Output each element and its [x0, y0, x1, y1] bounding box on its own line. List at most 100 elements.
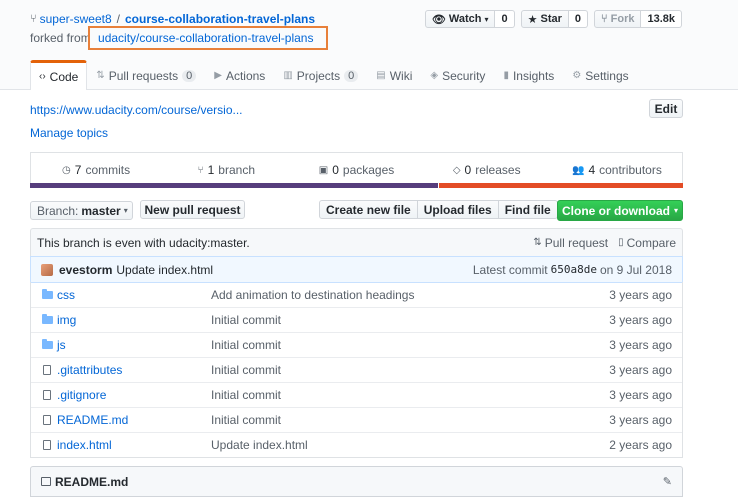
fork-button[interactable]: ⑂ Fork: [594, 10, 642, 28]
fork-label: Fork: [610, 13, 635, 25]
tab-actions-label: Actions: [225, 68, 266, 83]
manage-topics-link[interactable]: Manage topics: [30, 126, 108, 140]
packages-count: 0: [332, 163, 339, 177]
chevron-down-icon: ▾: [673, 206, 678, 215]
file-name-link[interactable]: index.html: [57, 438, 211, 452]
tab-security-label: Security: [442, 68, 486, 83]
packages-label: packages: [342, 163, 395, 177]
repo-title-separator: /: [116, 12, 120, 26]
tab-security[interactable]: ◈ Security: [421, 60, 494, 90]
table-row: js Initial commit 3 years ago: [31, 332, 682, 357]
tab-projects[interactable]: ▥ Projects 0: [274, 60, 367, 90]
readme-header: README.md ✎: [30, 466, 683, 497]
folder-icon: [41, 314, 53, 325]
file-name-link[interactable]: README.md: [57, 413, 211, 427]
file-age: 3 years ago: [609, 313, 672, 327]
tab-pull-requests[interactable]: ⇅ Pull requests 0: [87, 60, 205, 90]
file-shape: [43, 390, 51, 400]
gear-icon: ⚙: [572, 70, 582, 81]
tab-settings-label: Settings: [585, 68, 629, 83]
commit-date: on 9 Jul 2018: [599, 262, 672, 277]
table-row: img Initial commit 3 years ago: [31, 307, 682, 332]
commit-message[interactable]: Update index.html: [116, 263, 473, 277]
tab-wiki[interactable]: ▤ Wiki: [367, 60, 421, 90]
tab-insights[interactable]: ▮ Insights: [494, 60, 563, 90]
avatar[interactable]: [41, 263, 53, 276]
summary-branches[interactable]: ⑂ 1 branch: [161, 153, 291, 187]
branch-name: master: [81, 203, 121, 218]
file-name-link[interactable]: js: [57, 338, 211, 352]
file-commit-message[interactable]: Initial commit: [211, 413, 592, 427]
language-bar[interactable]: [30, 183, 683, 188]
file-age: 2 years ago: [609, 438, 672, 452]
contributors-count: 4: [588, 163, 596, 177]
repo-owner-link[interactable]: super-sweet8: [40, 12, 112, 26]
repo-name-link[interactable]: course-collaboration-travel-plans: [125, 12, 315, 26]
upload-files-button[interactable]: Upload files: [416, 200, 499, 219]
file-age: 3 years ago: [609, 338, 672, 352]
forked-from-highlight: [88, 26, 328, 50]
commit-author[interactable]: evestorm: [59, 263, 112, 277]
file-commit-message[interactable]: Initial commit: [211, 363, 592, 377]
summary-releases[interactable]: ◇ 0 releases: [422, 153, 552, 187]
file-age: 3 years ago: [609, 363, 672, 377]
tab-pull-requests-count: 0: [182, 69, 197, 82]
file-commit-message[interactable]: Update index.html: [211, 438, 592, 452]
pull-request-label: Pull request: [544, 235, 609, 250]
eye-icon: 👁: [431, 13, 446, 26]
watch-button[interactable]: 👁 Watch ▾: [424, 10, 496, 28]
star-label: Star: [540, 13, 562, 25]
clone-or-download-button[interactable]: Clone or download ▾: [557, 200, 683, 221]
table-row: .gitattributes Initial commit 3 years ago: [31, 357, 682, 382]
tab-code[interactable]: ‹› Code: [30, 60, 88, 90]
file-icon: [41, 440, 53, 450]
commit-sha[interactable]: 650a8de: [551, 263, 597, 276]
branch-icon: ⑂: [197, 164, 204, 176]
folder-icon: [41, 288, 53, 300]
tab-insights-label: Insights: [512, 68, 555, 83]
file-name-link[interactable]: .gitattributes: [57, 363, 211, 377]
star-count[interactable]: 0: [568, 10, 589, 28]
folder-shape: [41, 314, 53, 324]
summary-commits[interactable]: ◷ 7 commits: [31, 153, 161, 187]
branch-infobar: This branch is even with udacity:master.…: [30, 228, 683, 257]
summary-contributors[interactable]: 👥 4 contributors: [552, 153, 682, 187]
file-commit-message[interactable]: Initial commit: [211, 313, 592, 327]
edit-description-button[interactable]: Edit: [649, 99, 683, 118]
summary-packages[interactable]: ▣ 0 packages: [291, 153, 421, 187]
file-name-link[interactable]: .gitignore: [57, 388, 211, 402]
branch-status-text: This branch is even with udacity:master.: [37, 235, 250, 250]
branch-count: 1: [207, 163, 215, 177]
file-shape: [43, 365, 51, 375]
watch-count[interactable]: 0: [495, 10, 515, 28]
fork-count[interactable]: 13.8k: [641, 10, 682, 28]
table-row: README.md Initial commit 3 years ago: [31, 407, 682, 432]
new-pull-request-button[interactable]: New pull request: [140, 200, 245, 219]
pencil-icon[interactable]: ✎: [663, 475, 672, 488]
compare-link[interactable]: ▯ Compare: [618, 236, 676, 250]
file-commit-message[interactable]: Add animation to destination headings: [211, 288, 592, 302]
repo-homepage-link[interactable]: https://www.udacity.com/course/versio...: [30, 103, 243, 117]
tab-actions[interactable]: ▶ Actions: [205, 60, 274, 90]
file-commit-message[interactable]: Initial commit: [211, 388, 592, 402]
code-icon: ‹›: [39, 71, 46, 82]
star-button[interactable]: ★ Star: [520, 10, 569, 28]
book-icon: [41, 477, 51, 486]
file-commit-message[interactable]: Initial commit: [211, 338, 592, 352]
create-new-file-button[interactable]: Create new file: [319, 200, 418, 219]
file-name-link[interactable]: css: [57, 288, 211, 302]
contributors-label: contributors: [599, 163, 662, 177]
branch-select-button[interactable]: Branch: master ▾: [30, 201, 133, 220]
table-row: .gitignore Initial commit 3 years ago: [31, 382, 682, 407]
pull-request-link[interactable]: ⇅ Pull request: [533, 236, 608, 250]
file-icon: [41, 365, 53, 375]
file-name-link[interactable]: img: [57, 313, 211, 327]
tab-projects-label: Projects: [296, 68, 341, 83]
history-icon: ◷: [62, 164, 71, 176]
file-age: 3 years ago: [609, 287, 672, 302]
star-icon: ★: [527, 13, 538, 26]
find-file-button[interactable]: Find file: [497, 200, 558, 219]
numbers-summary: ◷ 7 commits ⑂ 1 branch ▣ 0 packages ◇ 0 …: [30, 152, 683, 187]
tab-settings[interactable]: ⚙ Settings: [563, 60, 637, 90]
file-actions: Create new file Upload files Find file: [319, 200, 558, 219]
